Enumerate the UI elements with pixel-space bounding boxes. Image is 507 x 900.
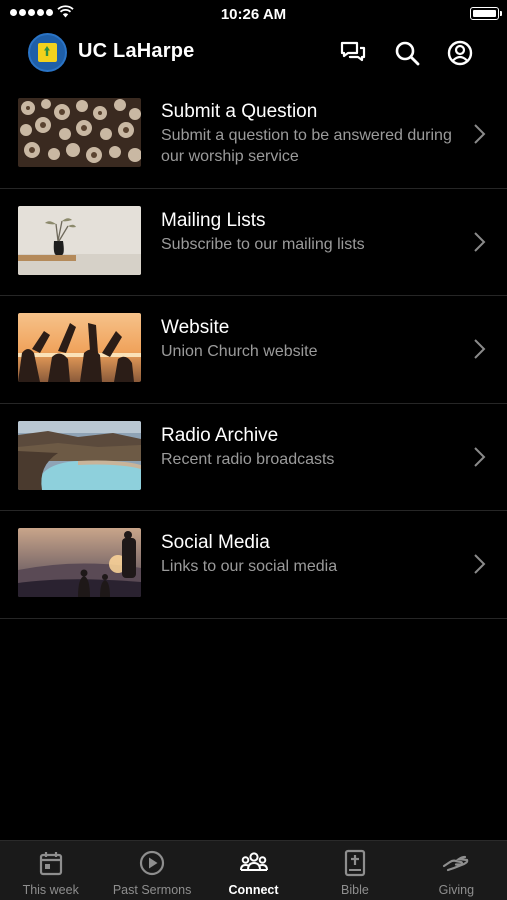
profile-icon[interactable] (446, 39, 474, 67)
bible-icon (341, 849, 369, 877)
tab-past-sermons[interactable]: Past Sermons (101, 841, 202, 900)
list-item-title: Radio Archive (161, 424, 279, 446)
list-item-website[interactable]: Website Union Church website (0, 296, 507, 404)
list-item-title: Social Media (161, 532, 270, 553)
tab-label: Past Sermons (112, 883, 192, 897)
list-item-subtitle: Subscribe to our mailing lists (161, 235, 365, 253)
tab-label: This week (22, 883, 79, 897)
list-item-subtitle: Submit a question to be answered during … (161, 127, 452, 165)
tab-bar: This week Past Sermons Connect Bible Giv… (0, 840, 507, 900)
tab-this-week[interactable]: This week (0, 841, 101, 900)
list-item-radio-archive[interactable]: Radio Archive Recent radio broadcasts (0, 404, 507, 511)
play-circle-icon (138, 849, 166, 877)
tab-label: Bible (341, 883, 369, 897)
chevron-right-icon (474, 446, 486, 467)
list-item-subtitle: Links to our social media (161, 558, 338, 575)
list-item-title: Mailing Lists (161, 209, 266, 231)
radio-archive-thumbnail (18, 420, 141, 490)
connect-list: Submit a Question Submit a question to b… (0, 81, 507, 619)
search-icon[interactable] (393, 39, 421, 67)
chevron-right-icon (474, 339, 486, 359)
chevron-right-icon (474, 124, 486, 144)
tab-label: Giving (438, 883, 475, 897)
mailing-lists-thumbnail (18, 205, 141, 275)
app-header: UC LaHarpe (0, 32, 507, 74)
tab-giving[interactable]: Giving (406, 841, 507, 900)
list-item-subtitle: Recent radio broadcasts (161, 450, 335, 468)
app-title: UC LaHarpe (78, 40, 195, 62)
people-icon (239, 849, 268, 877)
list-item-mailing-lists[interactable]: Mailing Lists Subscribe to our mailing l… (0, 189, 507, 296)
list-item-title: Website (161, 317, 230, 338)
status-bar: 10:26 AM (0, 0, 507, 28)
chevron-right-icon (474, 554, 486, 574)
list-item-submit-question[interactable]: Submit a Question Submit a question to b… (0, 81, 507, 189)
giving-hand-icon (442, 849, 470, 877)
submit-question-thumbnail (18, 98, 141, 167)
tab-label: Connect (228, 883, 279, 897)
tab-bible[interactable]: Bible (304, 841, 405, 900)
calendar-icon (37, 849, 65, 877)
list-item-title: Submit a Question (161, 101, 318, 122)
website-thumbnail (18, 313, 141, 382)
church-logo[interactable] (28, 33, 67, 72)
list-item-social-media[interactable]: Social Media Links to our social media (0, 511, 507, 619)
battery-icon (470, 7, 502, 20)
status-time: 10:26 AM (220, 6, 287, 23)
social-media-thumbnail (18, 528, 141, 597)
chat-icon[interactable] (339, 39, 367, 67)
list-item-subtitle: Union Church website (161, 343, 318, 360)
chevron-right-icon (474, 231, 486, 252)
tab-connect[interactable]: Connect (203, 841, 304, 900)
